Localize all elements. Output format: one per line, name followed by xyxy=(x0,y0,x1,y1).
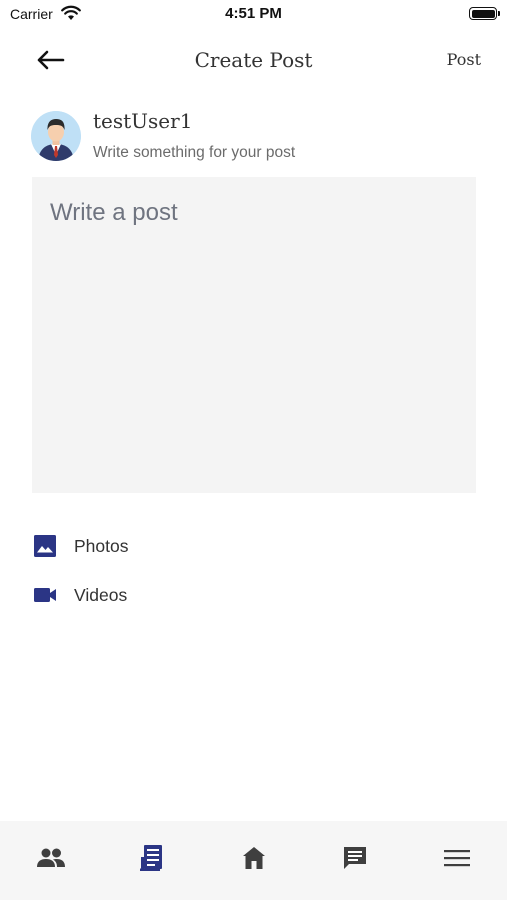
post-input-container xyxy=(32,177,476,493)
page-title: Create Post xyxy=(194,48,313,72)
avatar xyxy=(31,111,81,161)
clock: 4:51 PM xyxy=(225,5,282,22)
videos-option[interactable]: Videos xyxy=(33,580,127,610)
photos-option[interactable]: Photos xyxy=(33,531,128,561)
post-button[interactable]: Post xyxy=(447,50,481,69)
bottom-nav xyxy=(0,821,507,900)
videos-label: Videos xyxy=(74,584,128,605)
user-subtitle: Write something for your post xyxy=(93,144,296,161)
people-icon xyxy=(37,848,65,867)
image-icon xyxy=(34,535,56,557)
nav-menu[interactable] xyxy=(440,841,474,875)
nav-messages[interactable] xyxy=(338,841,372,875)
home-icon xyxy=(243,847,265,869)
photos-label: Photos xyxy=(74,535,129,556)
header: Create Post Post xyxy=(0,38,507,84)
status-bar: Carrier 4:51 PM xyxy=(0,0,507,28)
menu-icon xyxy=(444,850,470,867)
user-avatar-icon xyxy=(31,111,81,161)
nav-feed[interactable] xyxy=(135,841,169,875)
username: testUser1 xyxy=(93,109,193,133)
battery-icon xyxy=(469,7,500,20)
chat-icon xyxy=(344,847,366,869)
nav-friends[interactable] xyxy=(34,841,68,875)
nav-home[interactable] xyxy=(237,841,271,875)
newspaper-icon xyxy=(140,845,162,871)
videocam-icon xyxy=(34,588,56,602)
post-input[interactable] xyxy=(32,177,476,493)
